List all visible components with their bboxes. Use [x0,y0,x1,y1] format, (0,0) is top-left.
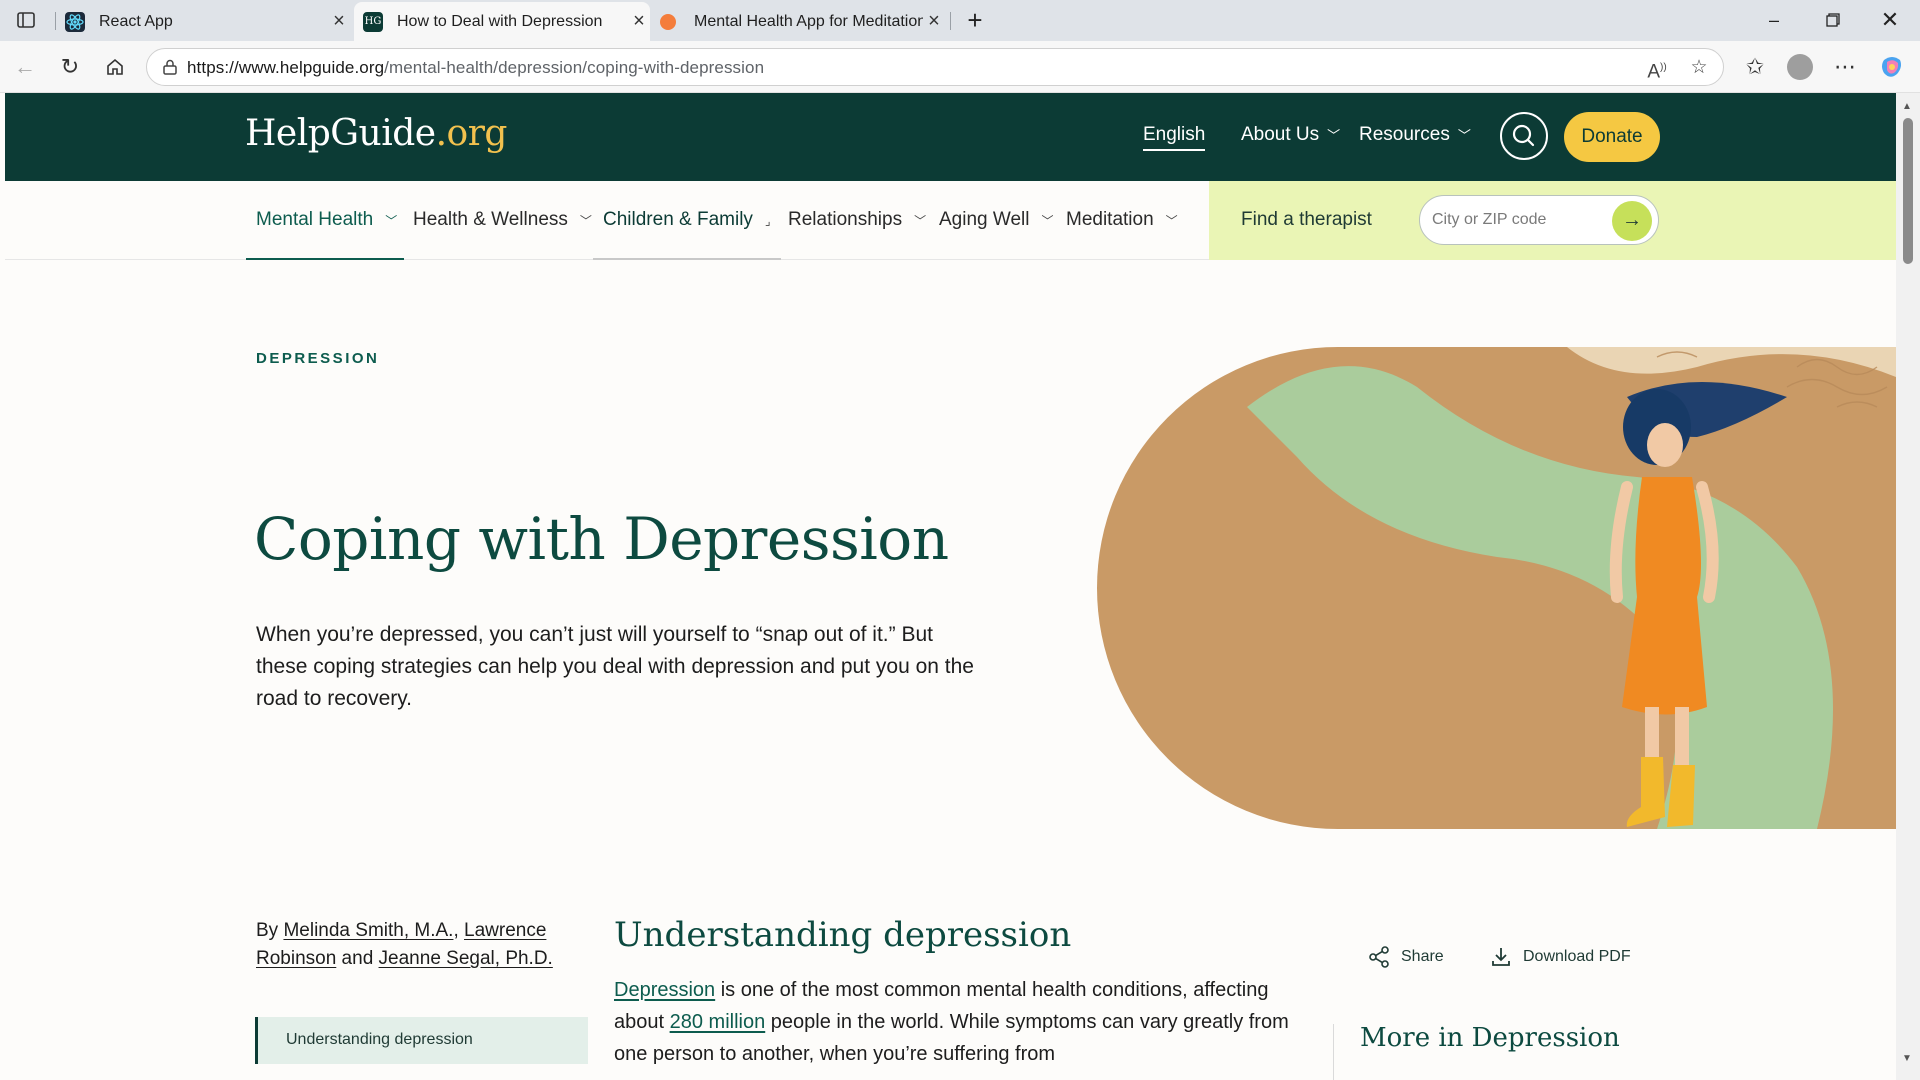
active-underline [246,258,404,260]
home-icon[interactable] [100,52,130,82]
minimize-icon[interactable]: – [1752,5,1796,35]
resources-menu[interactable]: Resources ﹀ [1359,124,1471,146]
chevron-down-icon: ﹀ [914,214,927,228]
close-window-icon[interactable]: ✕ [1868,5,1912,35]
address-bar[interactable]: https://www.helpguide.org/mental-health/… [146,48,1724,86]
reload-icon[interactable]: ↻ [55,52,85,82]
search-icon [1512,124,1535,147]
helpguide-favicon-icon: HG [363,11,383,32]
nav-meditation[interactable]: Meditation ﹀ [1066,209,1178,231]
close-tab-icon[interactable]: × [328,10,350,33]
sidebar-toggle-icon[interactable] [4,5,48,35]
chevron-down-icon: ﹀ [579,214,592,228]
browser-tab-bar: React App × HG How to Deal with Depressi… [0,0,1920,41]
tab-react-app[interactable]: React App × [63,2,350,41]
orange-dot-favicon-icon [660,13,676,30]
favorite-star-icon[interactable]: ☆ [1686,55,1712,81]
chevron-down-icon: ﹀ [1165,214,1178,228]
scrollbar-thumb[interactable] [1903,118,1913,264]
tab-title: React App [99,12,173,30]
chevron-down-icon: ﹀ [1041,214,1054,228]
helpguide-logo[interactable]: HelpGuide.org [245,113,507,154]
hero-illustration [1097,347,1896,829]
more-options-icon[interactable]: ⋯ [1830,52,1860,82]
download-pdf-button[interactable]: Download PDF [1489,945,1631,969]
page-title: Coping with Depression [254,505,949,573]
tab-depression[interactable]: HG How to Deal with Depression × [354,2,650,41]
chevron-down-icon: ⌟ [764,214,771,228]
author-link[interactable]: Jeanne Segal, Ph.D. [379,948,553,969]
favorites-icon[interactable]: ✩ [1740,52,1770,82]
scroll-down-icon[interactable]: ▼ [1902,1053,1912,1064]
find-therapist-panel: Find a therapist City or ZIP code → [1209,181,1896,260]
restore-icon[interactable] [1811,5,1855,35]
search-button[interactable] [1500,112,1548,160]
donate-button[interactable]: Donate [1564,112,1660,162]
download-icon [1489,945,1513,969]
chevron-down-icon: ﹀ [1327,128,1341,143]
statistic-link[interactable]: 280 million [670,1011,766,1033]
scroll-up-icon[interactable]: ▲ [1902,101,1912,112]
chevron-down-icon: ﹀ [1457,128,1471,143]
back-icon[interactable]: ← [10,52,40,82]
category-nav: Mental Health ﹀ Health & Wellness ﹀ Childr… [5,181,1896,260]
profile-avatar-icon[interactable] [1785,52,1815,82]
hover-underline [593,258,781,260]
nav-relationships[interactable]: Relationships ﹀ [788,209,926,231]
read-aloud-icon[interactable]: A)) [1644,55,1670,82]
nav-children-family[interactable]: Children & Family ⌟ [603,209,771,231]
close-tab-icon[interactable]: × [628,10,650,33]
author-byline: By Melinda Smith, M.A., Lawrence Robinso… [256,920,553,969]
category-eyebrow: DEPRESSION [256,350,380,367]
react-logo-icon [65,11,85,32]
intro-paragraph: When you’re depressed, you can’t just wi… [256,623,974,710]
toc-item-understanding-depression[interactable]: Understanding depression [255,1017,588,1064]
about-us-menu[interactable]: About Us ﹀ [1241,124,1340,146]
browser-toolbar: ← ↻ https://www.helpguide.org/mental-hea… [0,41,1920,93]
nav-mental-health[interactable]: Mental Health ﹀ [256,209,397,231]
share-button[interactable]: Share [1367,945,1444,969]
new-tab-button[interactable]: + [953,5,997,35]
copilot-icon[interactable] [1877,52,1907,82]
article-body: Depression is one of the most common men… [614,979,1289,1065]
close-tab-icon[interactable]: × [923,10,945,33]
zip-placeholder: City or ZIP code [1432,211,1547,228]
chevron-down-icon: ﹀ [385,214,398,228]
submit-arrow-icon[interactable]: → [1612,201,1652,241]
url-text: https://www.helpguide.org/mental-health/… [187,58,765,77]
tab-meditation-app[interactable]: Mental Health App for Meditation × [660,2,945,41]
more-in-depression-heading: More in Depression [1360,1023,1620,1053]
depression-link[interactable]: Depression [614,979,715,1001]
author-link[interactable]: Melinda Smith, M.A. [283,920,453,941]
tab-title: How to Deal with Depression [397,12,603,30]
language-link[interactable]: English [1143,124,1206,151]
nav-aging-well[interactable]: Aging Well ﹀ [939,209,1054,231]
nav-health-wellness[interactable]: Health & Wellness ﹀ [413,209,592,231]
zip-code-input[interactable]: City or ZIP code → [1419,195,1659,245]
toc-item-label: Understanding depression [286,1031,473,1048]
lock-icon[interactable] [161,58,179,76]
section-heading: Understanding depression [614,915,1072,955]
tab-title: Mental Health App for Meditation [694,12,923,30]
site-header: HelpGuide.org English About Us ﹀ Resource… [5,93,1896,181]
find-therapist-label: Find a therapist [1241,209,1372,230]
sidebar-divider [1333,1024,1334,1080]
page-scrollbar[interactable]: ▲ ▼ [1896,93,1920,1080]
share-icon [1367,945,1391,969]
